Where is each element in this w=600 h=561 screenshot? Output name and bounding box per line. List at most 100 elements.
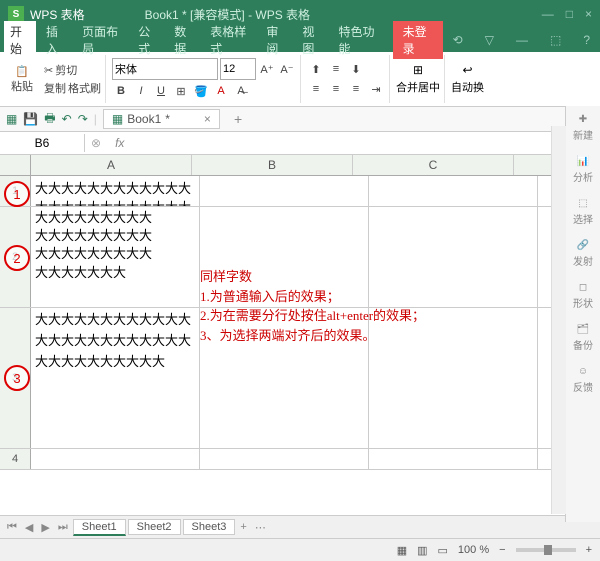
tab-review[interactable]: 审阅 [260,21,292,59]
tab-close-icon[interactable]: × [204,112,211,126]
side-backup[interactable]: 🗂备份 [573,324,593,352]
sheet-more-icon[interactable]: ⋯ [252,521,269,534]
select-all-corner[interactable] [0,155,31,175]
clipboard-icon: 📋 [15,65,29,78]
quick-access-toolbar: ▦ 💾 🖶 ↶ ↷ | ▦Book1 * × + [0,107,600,132]
zoom-slider[interactable] [516,548,576,552]
tab-start[interactable]: 开始 [4,21,36,59]
link-icon: 🔗 [577,240,589,251]
tab-formula[interactable]: 公式 [132,21,164,59]
new-tab-button[interactable]: + [226,111,250,127]
fill-color-button[interactable]: 🪣 [192,82,210,100]
shape-icon: ◻ [579,282,587,293]
wrap-text-button[interactable]: 自动换 [451,79,484,95]
redo-icon[interactable]: ↷ [78,112,88,126]
vertical-scrollbar[interactable] [551,126,566,514]
minimize-button[interactable]: — [542,7,554,21]
copy-button[interactable]: 复制 [44,80,66,96]
tab-page-layout[interactable]: 页面布局 [76,21,128,59]
cell-c1[interactable] [369,176,538,206]
col-header-a[interactable]: A [31,155,192,175]
sheet-nav-first-icon[interactable]: ⏮ [4,521,20,534]
new-icon[interactable]: ▦ [6,112,17,126]
help-icon[interactable]: ⬚ [544,31,567,49]
zoom-level[interactable]: 100 % [458,544,489,556]
col-header-c[interactable]: C [353,155,514,175]
zoom-in-button[interactable]: + [586,544,592,556]
name-box[interactable]: B6 [0,134,85,152]
cell-a2[interactable]: 大大大大大大大大大 大大大大大大大大大 大大大大大大大大大 大大大大大大大 [31,207,200,307]
format-painter-button[interactable]: 格式刷 [68,80,101,96]
align-center-icon[interactable]: ≡ [327,80,345,98]
side-shape[interactable]: ◻形状 [573,282,593,310]
side-feedback[interactable]: ☺反馈 [573,366,593,394]
side-new[interactable]: ✚新建 [573,114,593,142]
tab-view[interactable]: 视图 [296,21,328,59]
fx-cancel-icon[interactable]: ⊗ [85,136,107,150]
cell-a1[interactable]: 大大大大大大大大大大大大大大大大大大大大大大大大大大大大大大大大大大 [31,176,200,206]
cloud-icon[interactable]: ⟲ [447,31,469,49]
align-top-icon[interactable]: ⬆ [307,60,325,78]
side-select[interactable]: ⬚选择 [573,198,593,226]
border-button[interactable]: ⊞ [172,82,190,100]
indent-icon[interactable]: ⇥ [367,80,385,98]
cell-b4[interactable] [200,449,369,469]
side-emit[interactable]: 🔗发射 [573,240,593,268]
align-right-icon[interactable]: ≡ [347,80,365,98]
side-analysis[interactable]: 📊分析 [573,156,593,184]
font-size-selector[interactable] [220,58,256,80]
sheet-nav-last-icon[interactable]: ⏭ [55,521,71,534]
decrease-font-icon[interactable]: A⁻ [278,60,296,78]
cut-button[interactable]: ✂剪切 [44,62,101,78]
window-controls: — □ × [542,7,592,21]
align-bottom-icon[interactable]: ⬇ [347,60,365,78]
align-left-icon[interactable]: ≡ [307,80,325,98]
italic-button[interactable]: I [132,82,150,100]
view-normal-icon[interactable]: ▦ [397,544,407,557]
row-header-4[interactable]: 4 [0,449,31,469]
zoom-out-button[interactable]: − [499,544,505,556]
sheet-nav-next-icon[interactable]: ▶ [38,521,52,534]
close-button[interactable]: × [585,7,592,21]
cell-b1[interactable] [200,176,369,206]
sheet-nav-prev-icon[interactable]: ◀ [22,521,36,534]
dropdown-icon[interactable]: ▽ [479,31,500,49]
workbook-tab[interactable]: ▦Book1 * × [103,109,220,129]
sheet-tabs: ⏮ ◀ ▶ ⏭ Sheet1 Sheet2 Sheet3 + ⋯ [0,515,600,538]
sheet-tab-3[interactable]: Sheet3 [183,519,236,535]
tab-insert[interactable]: 插入 [40,21,72,59]
font-color-button[interactable]: A [212,82,230,100]
cell-c4[interactable] [369,449,538,469]
paste-button[interactable]: 📋 粘贴 [6,65,38,94]
underline-button[interactable]: U [152,82,170,100]
align-middle-icon[interactable]: ≡ [327,60,345,78]
tab-data[interactable]: 数据 [168,21,200,59]
wrap-text-icon[interactable]: ↩ [462,63,472,77]
explanation-note: 同样字数 1.为普通输入后的效果； 2.为在需要分行处按住alt+enter的效… [200,267,425,345]
increase-font-icon[interactable]: A⁺ [258,60,276,78]
ribbon-min-icon[interactable]: — [510,31,534,49]
merge-center-button[interactable]: 合并居中 [396,79,440,95]
view-page-icon[interactable]: ▥ [417,544,427,557]
plus-icon: ✚ [579,114,587,125]
font-selector[interactable] [112,58,218,80]
merge-center-icon[interactable]: ⊞ [413,63,423,77]
undo-icon[interactable]: ↶ [62,112,72,126]
sheet-tab-1[interactable]: Sheet1 [73,519,126,536]
login-button[interactable]: 未登录 [393,21,443,59]
col-header-b[interactable]: B [192,155,353,175]
sheet-tab-2[interactable]: Sheet2 [128,519,181,535]
clear-format-button[interactable]: A̶ [232,82,250,100]
options-icon[interactable]: ? [577,31,596,49]
maximize-button[interactable]: □ [566,7,573,21]
cell-a3[interactable]: 大大大大大大大大大大大大大大大大大大大大大大大大大大大大大大大大大大 [31,308,200,448]
fx-label[interactable]: fx [107,136,132,150]
add-sheet-button[interactable]: + [237,521,249,533]
view-break-icon[interactable]: ▭ [438,544,448,557]
save-icon[interactable]: 💾 [23,112,38,126]
bold-button[interactable]: B [112,82,130,100]
cell-a4[interactable] [31,449,200,469]
tab-special[interactable]: 特色功能 [332,21,384,59]
tab-table-style[interactable]: 表格样式 [204,21,256,59]
print-icon[interactable]: 🖶 [44,109,55,130]
